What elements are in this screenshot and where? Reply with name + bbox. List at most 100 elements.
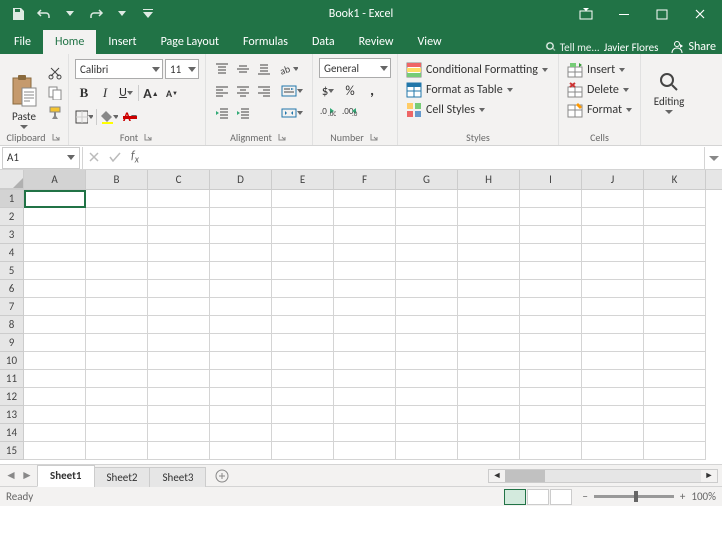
column-header[interactable]: D [210, 170, 272, 189]
cell[interactable] [520, 406, 582, 424]
cell[interactable] [582, 334, 644, 352]
cell[interactable] [520, 334, 582, 352]
cell[interactable] [86, 316, 148, 334]
cell[interactable] [458, 298, 520, 316]
cell[interactable] [582, 424, 644, 442]
decrease-decimal-icon[interactable]: .00.0 [341, 102, 359, 120]
close-icon[interactable] [682, 0, 718, 28]
cell[interactable] [520, 244, 582, 262]
cell[interactable] [148, 298, 210, 316]
sheet-tab-2[interactable]: Sheet2 [94, 467, 151, 487]
cell[interactable] [148, 334, 210, 352]
cell[interactable] [458, 370, 520, 388]
font-name-combo[interactable]: Calibri [75, 59, 163, 79]
format-cells-button[interactable]: Format [565, 100, 634, 120]
cell[interactable] [458, 262, 520, 280]
cell[interactable] [334, 244, 396, 262]
cell[interactable] [458, 442, 520, 460]
row-header[interactable]: 9 [0, 334, 24, 352]
cell[interactable] [148, 316, 210, 334]
cancel-formula-icon[interactable] [89, 152, 99, 162]
increase-indent-icon[interactable] [233, 104, 253, 122]
cell[interactable] [334, 388, 396, 406]
italic-button[interactable]: I [96, 84, 114, 102]
cell[interactable] [520, 352, 582, 370]
cell[interactable] [148, 370, 210, 388]
cell[interactable] [210, 190, 272, 208]
page-layout-view-icon[interactable] [527, 489, 549, 505]
cell[interactable] [458, 226, 520, 244]
cell[interactable] [644, 424, 706, 442]
cell[interactable] [272, 208, 334, 226]
sheet-tab-1[interactable]: Sheet1 [37, 465, 95, 487]
cell[interactable] [644, 388, 706, 406]
comma-format-icon[interactable]: , [363, 82, 381, 100]
find-select-icon[interactable] [658, 71, 680, 93]
cell[interactable] [86, 190, 148, 208]
cell[interactable] [272, 334, 334, 352]
cell[interactable] [396, 190, 458, 208]
cell[interactable] [272, 424, 334, 442]
cell[interactable] [582, 226, 644, 244]
cell[interactable] [582, 388, 644, 406]
cell[interactable] [24, 442, 86, 460]
tab-file[interactable]: File [0, 30, 43, 54]
cell[interactable] [148, 442, 210, 460]
font-color-icon[interactable]: A [121, 108, 139, 126]
cell[interactable] [86, 298, 148, 316]
cell[interactable] [24, 316, 86, 334]
cell[interactable] [582, 352, 644, 370]
cell[interactable] [24, 244, 86, 262]
normal-view-icon[interactable] [504, 489, 526, 505]
cell[interactable] [582, 442, 644, 460]
chevron-down-icon[interactable] [60, 4, 80, 24]
cell[interactable] [644, 208, 706, 226]
cell[interactable] [334, 334, 396, 352]
cell[interactable] [210, 262, 272, 280]
cut-icon[interactable] [46, 64, 64, 82]
cell[interactable] [24, 226, 86, 244]
cell[interactable] [272, 388, 334, 406]
cell[interactable] [148, 262, 210, 280]
scroll-right-icon[interactable]: ► [701, 470, 717, 482]
row-header[interactable]: 7 [0, 298, 24, 316]
enter-formula-icon[interactable] [109, 152, 121, 162]
number-format-combo[interactable]: General [319, 58, 391, 78]
column-header[interactable]: A [24, 170, 86, 189]
cell[interactable] [334, 316, 396, 334]
cell[interactable] [24, 280, 86, 298]
zoom-in-icon[interactable]: + [680, 490, 685, 503]
cell[interactable] [396, 244, 458, 262]
column-header[interactable]: H [458, 170, 520, 189]
cell[interactable] [334, 406, 396, 424]
cell[interactable] [582, 298, 644, 316]
name-box[interactable]: A1 [2, 147, 80, 169]
cell[interactable] [396, 298, 458, 316]
cell[interactable] [396, 208, 458, 226]
align-left-icon[interactable] [212, 82, 232, 100]
cell[interactable] [582, 190, 644, 208]
cell[interactable] [334, 262, 396, 280]
horizontal-scrollbar[interactable]: ◄ ► [232, 469, 722, 483]
copy-icon[interactable] [46, 84, 64, 102]
cell[interactable] [458, 388, 520, 406]
cell[interactable] [148, 244, 210, 262]
cell[interactable] [458, 280, 520, 298]
sheet-nav-next-icon[interactable]: ► [20, 468, 34, 483]
cell[interactable] [24, 424, 86, 442]
column-header[interactable]: G [396, 170, 458, 189]
cell[interactable] [272, 316, 334, 334]
cell[interactable] [272, 442, 334, 460]
cell[interactable] [210, 316, 272, 334]
percent-format-icon[interactable]: % [341, 82, 359, 100]
cell[interactable] [148, 406, 210, 424]
cell[interactable] [396, 406, 458, 424]
cell[interactable] [210, 388, 272, 406]
align-center-icon[interactable] [233, 82, 253, 100]
cell[interactable] [520, 190, 582, 208]
scroll-thumb[interactable] [505, 470, 545, 482]
cell[interactable] [210, 298, 272, 316]
cell[interactable] [582, 208, 644, 226]
cell[interactable] [86, 244, 148, 262]
cell[interactable] [272, 226, 334, 244]
